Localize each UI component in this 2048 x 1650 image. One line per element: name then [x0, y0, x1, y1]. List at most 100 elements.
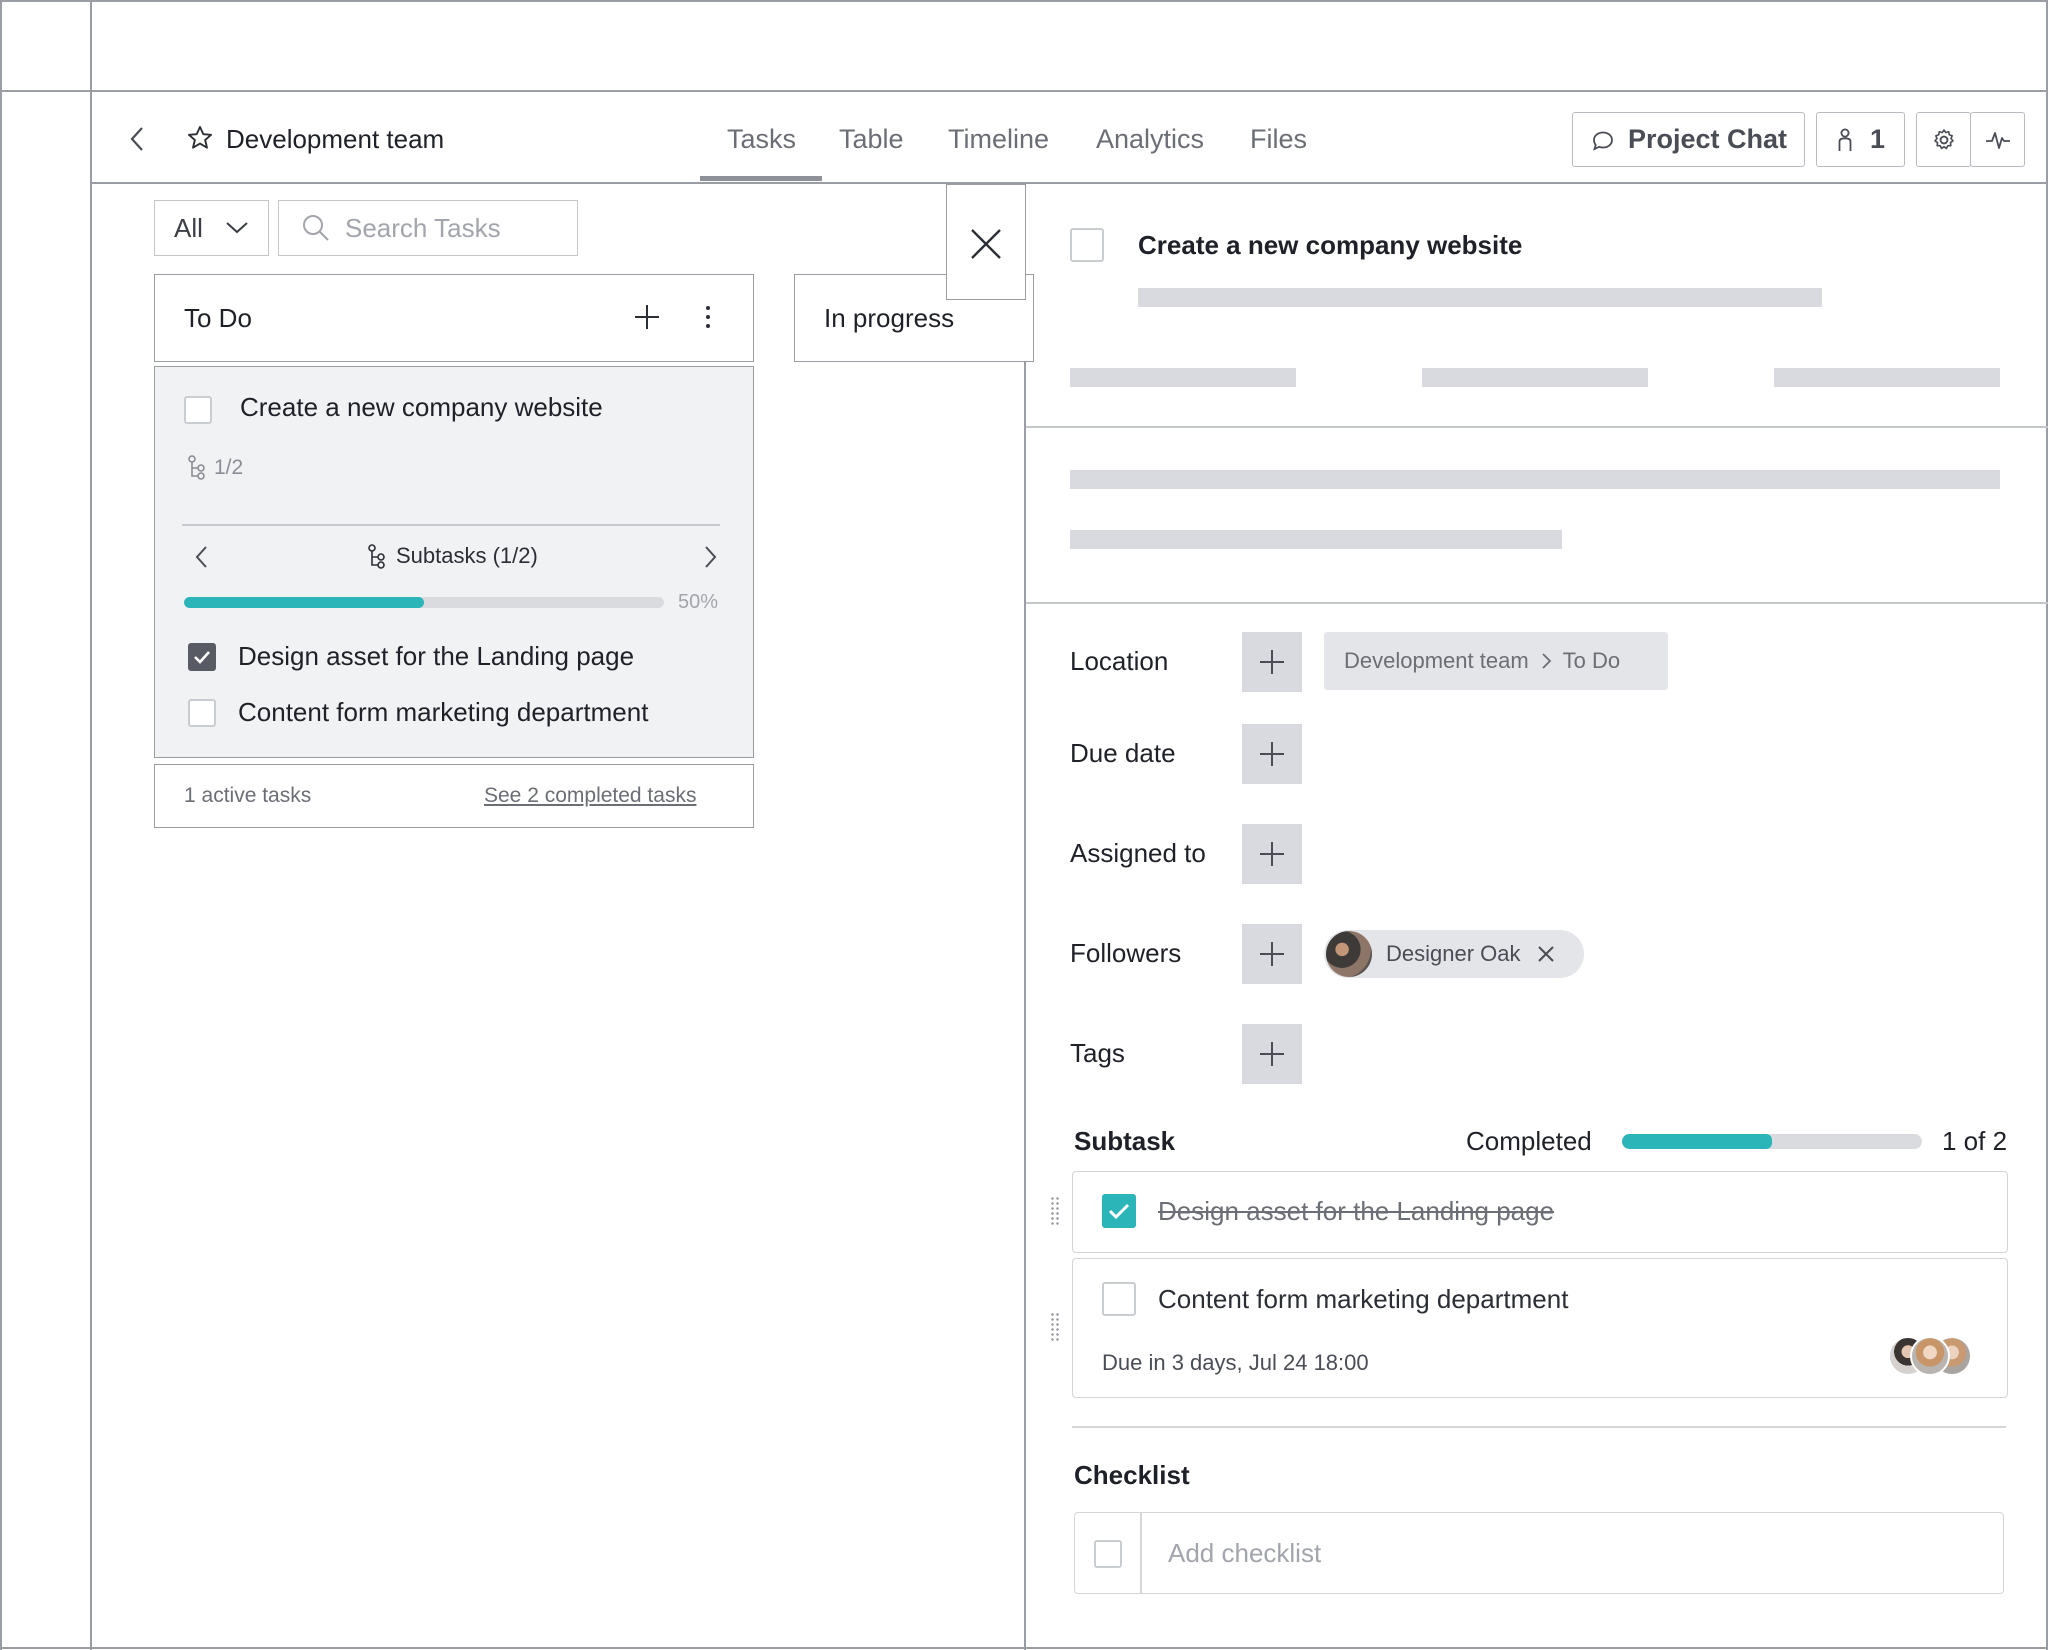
subtask-section-heading: Subtask — [1074, 1126, 1176, 1156]
completed-label: Completed — [1466, 1126, 1592, 1156]
tab-files[interactable]: Files — [1250, 124, 1307, 155]
follower-name: Designer Oak — [1386, 941, 1521, 966]
back-button[interactable] — [124, 122, 154, 156]
star-icon — [187, 125, 213, 149]
activity-button[interactable] — [1970, 112, 2025, 167]
location-column: To Do — [1562, 648, 1621, 673]
followers-label: Followers — [1070, 938, 1182, 968]
card-subtask-item[interactable]: Content form marketing department — [238, 697, 648, 728]
subtasks-next-button[interactable] — [700, 542, 720, 572]
close-icon — [971, 229, 1001, 259]
assigned-to-label: Assigned to — [1070, 838, 1206, 868]
check-icon — [1108, 1203, 1130, 1220]
plus-icon — [1260, 742, 1284, 766]
follower-chip: Designer Oak — [1324, 930, 1584, 978]
column-title: To Do — [184, 302, 252, 333]
skeleton-line — [1070, 530, 1562, 549]
plus-icon — [1260, 942, 1284, 966]
card-subtask-item[interactable]: Design asset for the Landing page — [238, 641, 634, 672]
detail-title[interactable]: Create a new company website — [1138, 230, 1522, 261]
card-progress-fill — [184, 597, 424, 608]
subtask-checkbox[interactable] — [1102, 1282, 1136, 1316]
check-icon — [194, 651, 210, 664]
project-chat-button[interactable]: Project Chat — [1572, 112, 1805, 167]
see-completed-link[interactable]: See 2 completed tasks — [484, 784, 696, 808]
card-progress-percent: 50% — [678, 591, 719, 613]
topbar-divider — [0, 90, 2048, 92]
plus-icon — [1260, 1042, 1284, 1066]
location-label: Location — [1070, 646, 1169, 676]
chevron-down-icon — [226, 222, 248, 234]
subtask-due-date: Due in 3 days, Jul 24 18:00 — [1102, 1350, 1369, 1375]
plus-icon — [1260, 842, 1284, 866]
search-icon — [303, 215, 329, 241]
tab-tasks[interactable]: Tasks — [727, 124, 796, 155]
add-assignee-button[interactable] — [1242, 824, 1302, 884]
members-button[interactable]: 1 — [1816, 112, 1905, 167]
subtask-progress-bar — [1622, 1134, 1922, 1149]
header-divider — [90, 182, 2048, 184]
favorite-button[interactable] — [186, 124, 214, 152]
active-tab-indicator — [700, 176, 822, 181]
subtask-progress-fill — [1622, 1134, 1772, 1149]
checklist-placeholder: Add checklist — [1168, 1538, 1322, 1568]
detail-complete-checkbox[interactable] — [1070, 228, 1104, 262]
task-card-title[interactable]: Create a new company website — [240, 392, 603, 423]
subtask-row[interactable] — [1072, 1258, 2008, 1398]
filter-dropdown[interactable]: All — [154, 200, 269, 256]
checklist-separator — [1140, 1513, 1142, 1593]
avatar — [1910, 1336, 1950, 1376]
close-icon[interactable] — [1535, 943, 1557, 965]
card-divider — [182, 524, 720, 526]
task-checkbox[interactable] — [184, 396, 212, 424]
card-progress-bar — [184, 597, 664, 608]
add-tag-button[interactable] — [1242, 1024, 1302, 1084]
detail-panel-left-border — [1024, 182, 1026, 1650]
tab-analytics[interactable]: Analytics — [1096, 124, 1204, 155]
avatar — [1326, 931, 1372, 977]
location-project: Development team — [1344, 648, 1529, 673]
skeleton-line — [1774, 368, 2000, 387]
add-follower-button[interactable] — [1242, 924, 1302, 984]
filter-value: All — [174, 212, 203, 243]
project-chat-label: Project Chat — [1627, 124, 1788, 154]
person-icon — [1838, 128, 1852, 151]
detail-section-divider — [1026, 602, 2048, 604]
column-menu-button[interactable] — [700, 302, 716, 332]
plus-icon — [635, 305, 659, 329]
tab-table[interactable]: Table — [839, 124, 904, 155]
chevron-right-icon — [1542, 653, 1551, 669]
subtask-checkbox-checked[interactable] — [1102, 1194, 1136, 1228]
subtask-checkbox[interactable] — [188, 699, 216, 727]
search-tasks-input[interactable]: Search Tasks — [278, 200, 578, 256]
subtasks-label: Subtasks (1/2) — [396, 543, 538, 568]
tab-timeline[interactable]: Timeline — [948, 124, 1049, 155]
frame-left-border — [0, 0, 2, 1650]
frame-top-border — [0, 0, 2048, 2]
drag-handle-icon[interactable] — [1050, 1312, 1060, 1342]
subtask-title[interactable]: Content form marketing department — [1158, 1284, 1568, 1315]
add-location-button[interactable] — [1242, 632, 1302, 692]
subtask-count: 1/2 — [214, 456, 244, 479]
add-task-button[interactable] — [632, 302, 662, 332]
column-header-todo: To Do — [154, 274, 754, 362]
checklist-checkbox[interactable] — [1094, 1540, 1122, 1568]
chat-icon — [1593, 131, 1613, 151]
add-due-date-button[interactable] — [1242, 724, 1302, 784]
drag-handle-icon[interactable] — [1050, 1196, 1060, 1226]
subtasks-prev-button[interactable] — [192, 542, 212, 572]
tags-label: Tags — [1070, 1038, 1125, 1068]
checklist-heading: Checklist — [1074, 1460, 1190, 1490]
due-date-label: Due date — [1070, 738, 1176, 768]
search-placeholder: Search Tasks — [345, 212, 501, 243]
subtask-title-done[interactable]: Design asset for the Landing page — [1158, 1196, 1554, 1227]
more-vertical-icon — [706, 306, 710, 328]
subtask-section-divider — [1072, 1426, 2006, 1428]
skeleton-line — [1070, 470, 2000, 489]
detail-section-divider — [1026, 426, 2048, 428]
subtask-checkbox-checked[interactable] — [188, 643, 216, 671]
active-tasks-count: 1 active tasks — [184, 784, 312, 807]
close-detail-button[interactable] — [946, 184, 1026, 300]
settings-button[interactable] — [1916, 112, 1971, 167]
location-breadcrumb[interactable]: Development team To Do — [1324, 632, 1668, 690]
